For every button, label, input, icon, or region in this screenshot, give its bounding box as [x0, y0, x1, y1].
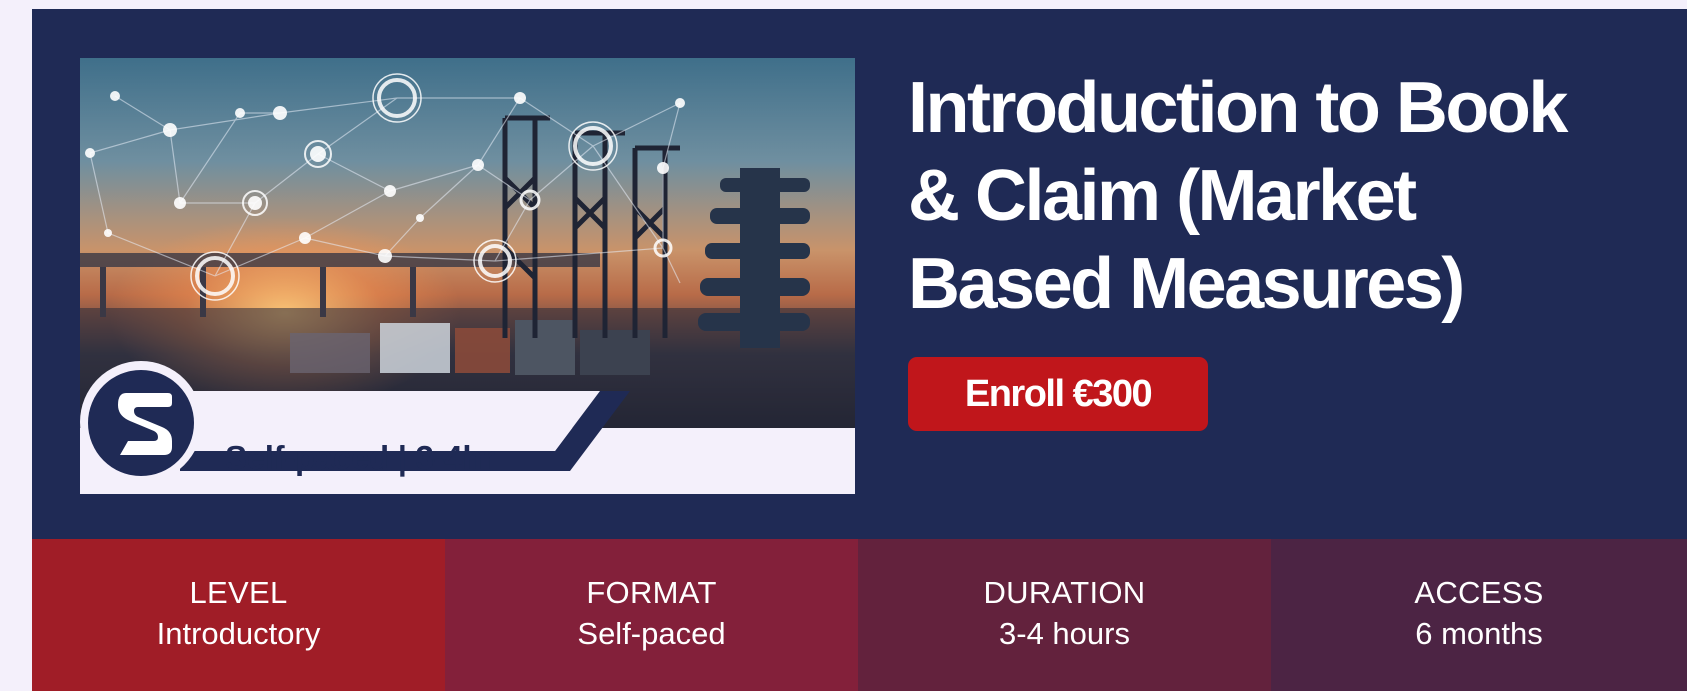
info-level: LEVEL Introductory: [32, 539, 445, 691]
info-duration-label: DURATION: [983, 575, 1146, 610]
info-format: FORMAT Self-paced: [445, 539, 858, 691]
course-hero: Self-paced | 3-4hr Introduction to Book …: [32, 9, 1687, 539]
course-image-card: Self-paced | 3-4hr: [80, 58, 855, 494]
info-level-label: LEVEL: [189, 575, 288, 610]
info-access-value: 6 months: [1415, 616, 1543, 651]
course-title: Introduction to Book & Claim (Market Bas…: [908, 68, 1568, 324]
info-duration-value: 3-4 hours: [999, 616, 1130, 651]
info-format-value: Self-paced: [577, 616, 726, 651]
enroll-button[interactable]: Enroll €300: [908, 357, 1208, 431]
info-access: ACCESS 6 months: [1271, 539, 1687, 691]
company-s-logo-icon: [80, 361, 202, 483]
info-duration: DURATION 3-4 hours: [858, 539, 1271, 691]
course-info-strip: LEVEL Introductory FORMAT Self-paced DUR…: [32, 539, 1687, 691]
info-format-label: FORMAT: [586, 575, 717, 610]
info-level-value: Introductory: [156, 616, 321, 651]
duration-badge-text: Self-paced | 3-4hr: [225, 439, 495, 476]
info-access-label: ACCESS: [1414, 575, 1544, 610]
